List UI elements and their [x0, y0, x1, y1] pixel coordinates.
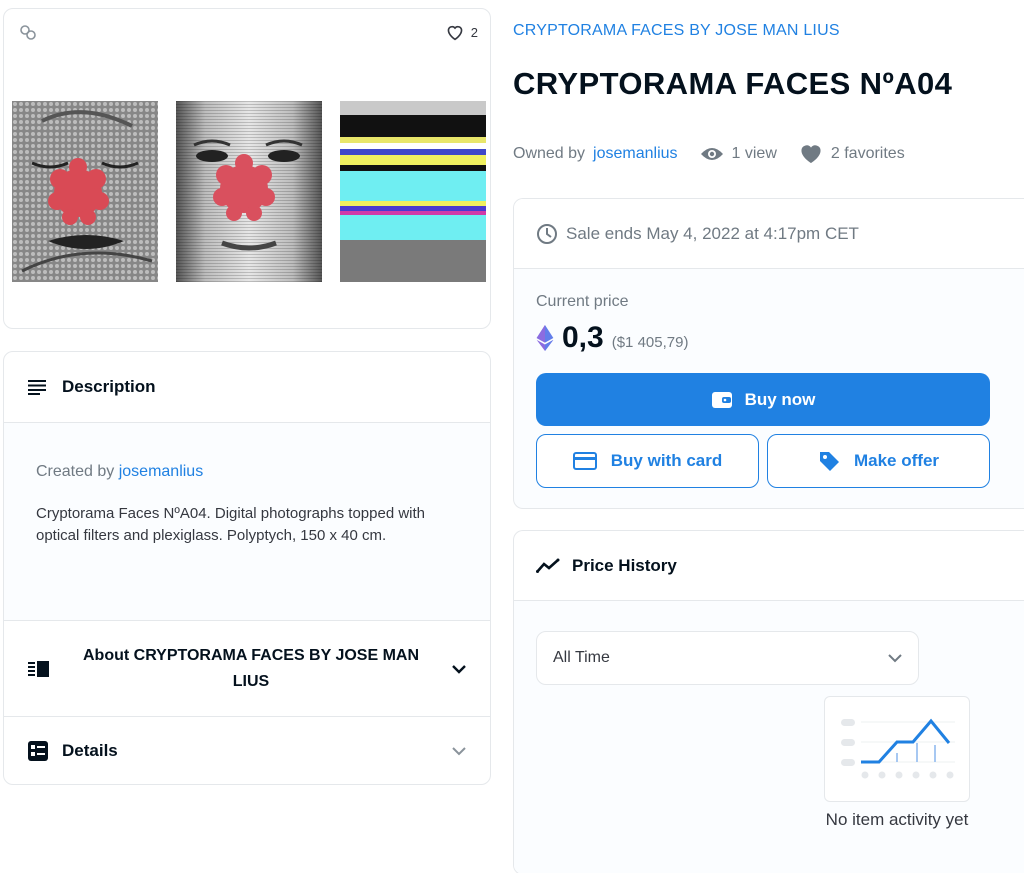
description-title: Description: [62, 377, 156, 396]
buy-with-card-button[interactable]: Buy with card: [536, 434, 759, 488]
description-body: Created by josemanlius Cryptorama Faces …: [4, 423, 490, 621]
owner-info: Owned by josemanlius: [513, 145, 678, 163]
item-meta: Owned by josemanlius 1 view 2 favorites: [513, 143, 927, 164]
buy-now-label: Buy now: [744, 389, 816, 409]
price-row: 0,3 ($1 405,79): [536, 321, 688, 355]
ethereum-icon: [536, 325, 554, 351]
trend-line-icon: [536, 558, 560, 573]
empty-chart-illustration: [824, 696, 970, 802]
chevron-down-icon: [888, 654, 902, 663]
artwork-image[interactable]: [12, 101, 486, 282]
chain-icon: [20, 25, 36, 40]
view-count: 1 view: [700, 145, 777, 163]
owned-by-label: Owned by: [513, 144, 586, 162]
image-card-topbar: 2: [4, 9, 490, 55]
make-offer-label: Make offer: [853, 451, 940, 470]
clock-icon: [537, 223, 557, 244]
make-offer-button[interactable]: Make offer: [767, 434, 990, 488]
sale-end-text: Sale ends May 4, 2022 at 4:17pm CET: [566, 223, 859, 243]
fiat-price: ($1 405,79): [611, 333, 689, 351]
no-activity-text: No item activity yet: [825, 810, 969, 829]
price-value: 0,3: [562, 321, 604, 354]
price-history-title: Price History: [572, 555, 677, 575]
created-by-line: Created by josemanlius: [36, 463, 458, 481]
favorite-count: 2: [470, 24, 478, 40]
favorites-count-text: 2 favorites: [830, 144, 905, 162]
details-icon: [28, 741, 48, 761]
collection-icon: [28, 660, 49, 677]
description-text: Cryptorama Faces NºA04. Digital photogra…: [36, 505, 426, 544]
item-title: CRYPTORAMA FACES NºA04: [513, 66, 953, 101]
details-title: Details: [62, 741, 118, 760]
artwork-panel-1: [12, 101, 158, 282]
eye-icon: [700, 147, 723, 160]
details-row[interactable]: Details: [4, 717, 490, 784]
heart-outline-icon: [447, 25, 463, 41]
favorites-count[interactable]: 2 favorites: [799, 143, 905, 164]
image-card: 2: [3, 8, 491, 329]
tag-icon: [819, 452, 839, 471]
about-collection-title: About CRYPTORAMA FACES BY JOSE MAN LIUS: [82, 646, 420, 690]
chevron-down-icon: [452, 747, 466, 756]
creator-link[interactable]: josemanlius: [119, 463, 203, 480]
credit-card-icon: [572, 452, 597, 470]
favorite-button[interactable]: 2: [445, 23, 478, 41]
price-history-card: Price History All Time No item activity …: [513, 530, 1024, 873]
created-by-label: Created by: [36, 463, 115, 480]
price-history-header[interactable]: Price History: [514, 531, 1024, 601]
sale-end-row: Sale ends May 4, 2022 at 4:17pm CET: [514, 199, 1024, 269]
wallet-icon: [711, 391, 732, 408]
artwork-panel-3: [340, 101, 486, 282]
heart-icon: [801, 145, 821, 164]
text-lines-icon: [28, 380, 46, 395]
time-range-select[interactable]: All Time: [536, 631, 919, 685]
collection-link[interactable]: CRYPTORAMA FACES BY JOSE MAN LIUS: [513, 22, 840, 40]
sale-card: Sale ends May 4, 2022 at 4:17pm CET Curr…: [513, 198, 1024, 509]
current-price-label: Current price: [536, 293, 629, 310]
price-history-body: All Time No item activity yet: [514, 601, 1024, 873]
time-range-value: All Time: [553, 649, 610, 666]
view-count-text: 1 view: [731, 144, 777, 162]
buy-with-card-label: Buy with card: [610, 451, 723, 470]
description-header[interactable]: Description: [4, 352, 490, 423]
about-collection-row[interactable]: About CRYPTORAMA FACES BY JOSE MAN LIUS: [4, 621, 490, 717]
chevron-down-icon: [452, 664, 466, 674]
buy-now-button[interactable]: Buy now: [536, 373, 990, 426]
description-card: Description Created by josemanlius Crypt…: [3, 351, 491, 785]
artwork-panel-2: [176, 101, 322, 282]
owner-link[interactable]: josemanlius: [593, 145, 677, 163]
